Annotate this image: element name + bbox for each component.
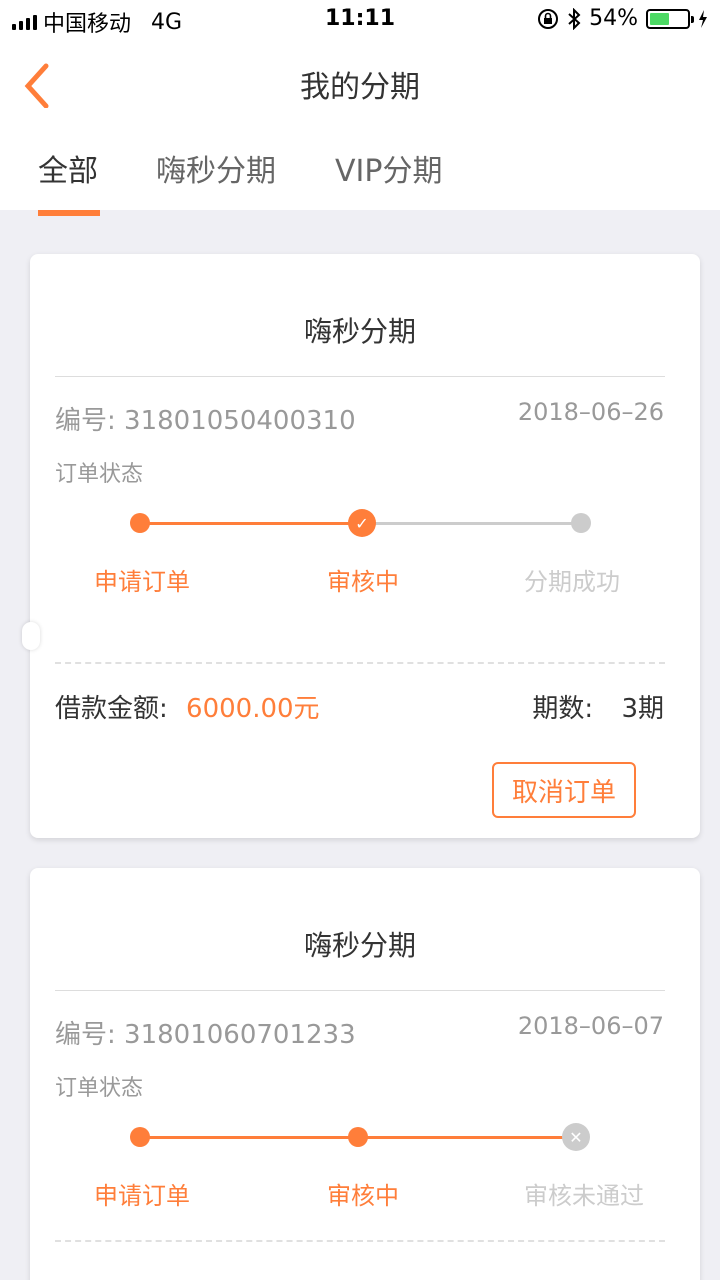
step-dot-apply — [130, 513, 150, 533]
step-dot-review — [348, 1127, 368, 1147]
progress-line-pending — [362, 522, 582, 525]
side-notch — [22, 622, 40, 650]
close-icon: ✕ — [562, 1123, 590, 1151]
tab-vip[interactable]: VIP分期 — [335, 146, 442, 190]
step-label-apply: 申请订单 — [94, 1182, 190, 1210]
battery-fill — [650, 12, 670, 25]
tab-all[interactable]: 全部 — [38, 146, 98, 190]
tab-active-indicator — [38, 210, 100, 216]
tab-bar: 全部 嗨秒分期 VIP分期 — [0, 124, 720, 210]
loan-amount-label: 借款金额: — [55, 694, 168, 724]
dashed-divider — [55, 662, 665, 664]
periods-label: 期数: — [532, 694, 594, 724]
status-bar-right: 54% — [537, 6, 708, 31]
charging-icon — [699, 9, 707, 28]
battery-icon — [646, 8, 694, 29]
loan-amount-value: 6000.00元 — [186, 694, 320, 724]
check-icon: ✓ — [348, 509, 376, 537]
card-title: 嗨秒分期 — [303, 929, 416, 962]
order-status-label: 订单状态 — [55, 1076, 144, 1101]
order-card[interactable]: 嗨秒分期 编号: 31801060701233 2018–06–07 订单状态 … — [30, 868, 700, 1280]
loan-amount: 借款金额: 6000.00元 — [55, 688, 320, 725]
step-label-success: 分期成功 — [524, 568, 620, 596]
order-number: 编号: 31801060701233 — [55, 1020, 356, 1050]
order-date: 2018–06–07 — [517, 1012, 664, 1040]
order-progress: ✕ — [30, 1123, 690, 1163]
progress-line-done — [140, 522, 362, 525]
card-divider — [55, 376, 665, 377]
step-label-review: 审核中 — [327, 568, 399, 596]
step-label-apply: 申请订单 — [94, 568, 190, 596]
cancel-order-button[interactable]: 取消订单 — [492, 762, 636, 818]
step-dot-success — [571, 513, 591, 533]
rotation-lock-icon — [538, 8, 559, 29]
tab-haimiao[interactable]: 嗨秒分期 — [156, 146, 276, 190]
status-bar: 中国移动 4G 11:11 54% — [0, 0, 720, 40]
bluetooth-icon — [568, 7, 581, 30]
nav-bar: 我的分期 — [0, 40, 720, 124]
order-number: 编号: 31801050400310 — [55, 406, 356, 436]
order-status-label: 订单状态 — [55, 462, 144, 487]
card-divider — [55, 990, 665, 991]
order-progress: ✓ — [30, 509, 690, 549]
periods: 期数: 3期 — [532, 688, 664, 725]
periods-value: 3期 — [621, 694, 664, 724]
page-title: 我的分期 — [300, 70, 420, 105]
step-label-review: 审核中 — [327, 1182, 399, 1210]
battery-percent: 54% — [589, 6, 638, 31]
order-date: 2018–06–26 — [517, 398, 664, 426]
order-card[interactable]: 嗨秒分期 编号: 31801050400310 2018–06–26 订单状态 … — [30, 254, 700, 838]
dashed-divider — [55, 1240, 665, 1242]
step-label-rejected: 审核未通过 — [524, 1182, 644, 1210]
step-dot-apply — [130, 1127, 150, 1147]
card-title: 嗨秒分期 — [303, 315, 416, 348]
